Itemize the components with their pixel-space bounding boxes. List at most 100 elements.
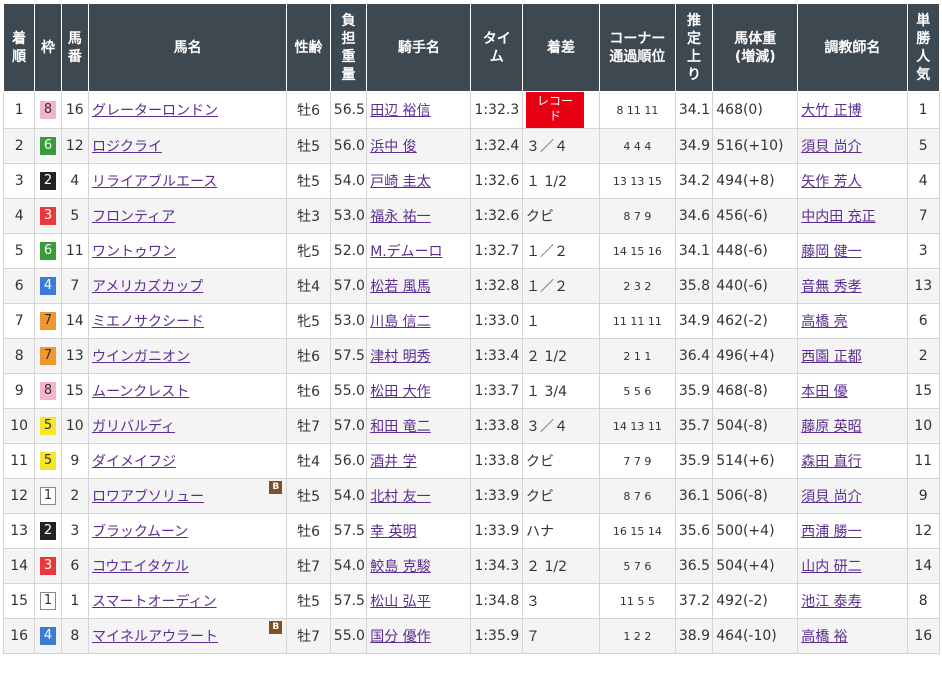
- header-horse-label: 馬名: [173, 39, 202, 56]
- horse-name-link[interactable]: ムーンクレスト: [92, 384, 189, 400]
- popularity-cell: 7: [906, 198, 941, 234]
- umaban-cell: 10: [60, 408, 89, 444]
- horse-name-link[interactable]: ワントゥワン: [92, 244, 176, 260]
- jockey-name-link[interactable]: 松若 風馬: [370, 279, 430, 295]
- jockey-name-link[interactable]: 津村 明秀: [370, 349, 430, 365]
- horse-name-link[interactable]: リライアブルエース: [92, 174, 217, 190]
- trainer-name-link[interactable]: 西園 正都: [801, 349, 861, 365]
- margin-value: ３／４: [526, 139, 569, 155]
- horse-cell: ウインガニオン: [87, 338, 288, 374]
- margin-cell: ハナ: [522, 513, 600, 549]
- jockey-name-link[interactable]: 幸 英明: [370, 524, 416, 540]
- horse-name-link[interactable]: マイネルアウラート: [92, 629, 218, 645]
- horse-name-link[interactable]: ロワアブソリュー: [92, 489, 204, 505]
- jockey-name-link[interactable]: 川島 信二: [370, 314, 430, 330]
- weight-cell: 54.0: [329, 548, 368, 584]
- jockey-name-link[interactable]: 酒井 学: [370, 454, 416, 470]
- last3f-value: 35.9: [678, 453, 710, 469]
- horse-name-link[interactable]: スマートオーディン: [92, 594, 217, 610]
- time-value: 1:32.8: [474, 278, 520, 294]
- corner-value: 13 13 15: [612, 175, 662, 188]
- jockey-name-link[interactable]: 北村 友一: [370, 489, 430, 505]
- trainer-name-link[interactable]: 藤岡 健一: [801, 244, 861, 260]
- jockey-name-link[interactable]: 国分 優作: [370, 629, 430, 645]
- bodyweight-value: 464(-10): [716, 628, 777, 644]
- waku-badge: 6: [40, 137, 56, 155]
- margin-value: ２ 1/2: [526, 349, 568, 365]
- horse-name-link[interactable]: ウインガニオン: [92, 349, 190, 365]
- horse-name-link[interactable]: フロンティア: [92, 209, 175, 225]
- trainer-name-link[interactable]: 森田 直行: [801, 454, 861, 470]
- popularity-value: 3: [918, 243, 928, 259]
- trainer-name-link[interactable]: 矢作 芳人: [801, 174, 861, 190]
- jockey-name-link[interactable]: 松山 弘平: [370, 594, 430, 610]
- horse-name-link[interactable]: ロジクライ: [92, 139, 162, 155]
- trainer-name-link[interactable]: 音無 秀孝: [801, 279, 861, 295]
- time-value: 1:32.3: [474, 102, 520, 118]
- trainer-name-link[interactable]: 池江 泰寿: [801, 594, 861, 610]
- trainer-name-link[interactable]: 山内 研二: [801, 559, 861, 575]
- trainer-name-link[interactable]: 高橋 裕: [801, 629, 847, 645]
- corner-cell: 7 7 9: [598, 443, 676, 479]
- margin-cell: クビ: [522, 198, 600, 234]
- margin-cell: レコー ド: [522, 91, 600, 129]
- horse-name-link[interactable]: ダイメイフジ: [92, 454, 176, 470]
- weight-value: 52.0: [333, 243, 365, 259]
- trainer-name-link[interactable]: 藤原 英昭: [801, 419, 861, 435]
- bodyweight-cell: 506(-8): [712, 478, 799, 514]
- horse-name-link[interactable]: ブラックムーン: [92, 524, 188, 540]
- table-row: 9 8 15 ムーンクレスト 牡6 55.0 松田 大作 1:33.7 １ 3/4 5 5 6 35…: [2, 373, 941, 409]
- header-corner-label: コーナー 通過順位: [609, 30, 666, 65]
- header-time-label: タイ ム: [482, 30, 511, 65]
- horse-name-link[interactable]: コウエイタケル: [92, 559, 189, 575]
- last3f-cell: 37.2: [674, 583, 714, 619]
- jockey-name-link[interactable]: 鮫島 克駿: [370, 559, 430, 575]
- bodyweight-cell: 516(+10): [712, 128, 799, 164]
- corner-cell: 4 4 4: [598, 128, 676, 164]
- trainer-name-link[interactable]: 西浦 勝一: [801, 524, 861, 540]
- horse-name-link[interactable]: ガリバルディ: [92, 419, 175, 435]
- horse-name-link[interactable]: ミエノサクシード: [92, 314, 204, 330]
- margin-value: クビ: [526, 489, 555, 505]
- trainer-cell: 西浦 勝一: [797, 513, 908, 549]
- jockey-name-link[interactable]: 和田 竜二: [370, 419, 430, 435]
- jockey-name-link[interactable]: 浜中 俊: [370, 139, 416, 155]
- trainer-cell: 藤原 英昭: [797, 408, 908, 444]
- trainer-name-link[interactable]: 須貝 尚介: [801, 489, 861, 505]
- time-cell: 1:33.7: [470, 373, 524, 409]
- trainer-name-link[interactable]: 大竹 正博: [801, 103, 861, 119]
- weight-value: 56.0: [333, 453, 365, 469]
- waku-badge: 6: [40, 242, 56, 260]
- jockey-name-link[interactable]: 田辺 裕信: [370, 103, 430, 119]
- umaban-value: 12: [65, 138, 84, 154]
- trainer-name-link[interactable]: 須貝 尚介: [801, 139, 861, 155]
- last3f-value: 35.9: [678, 383, 710, 399]
- last3f-cell: 34.9: [674, 128, 714, 164]
- horse-name-link[interactable]: アメリカズカップ: [92, 279, 203, 295]
- waku-cell: 4: [34, 618, 62, 654]
- header-bodyweight-label: 馬体重 (増減): [734, 30, 777, 65]
- last3f-cell: 36.1: [674, 478, 714, 514]
- corner-value: 5 5 6: [623, 385, 652, 398]
- trainer-cell: 高橋 亮: [797, 303, 908, 339]
- trainer-name-link[interactable]: 高橋 亮: [801, 314, 847, 330]
- header-rank: 着 順: [2, 3, 36, 92]
- last3f-cell: 35.8: [674, 268, 714, 304]
- jockey-name-link[interactable]: 福永 祐一: [370, 209, 430, 225]
- trainer-name-link[interactable]: 本田 優: [801, 384, 847, 400]
- time-cell: 1:33.8: [470, 443, 524, 479]
- time-cell: 1:32.8: [470, 268, 524, 304]
- jockey-name-link[interactable]: 戸崎 圭太: [370, 174, 430, 190]
- corner-value: 8 7 9: [623, 210, 652, 223]
- jockey-name-link[interactable]: 松田 大作: [370, 384, 430, 400]
- sexage-value: 牡6: [297, 384, 320, 400]
- time-value: 1:33.7: [474, 383, 520, 399]
- horse-name-link[interactable]: グレーターロンドン: [92, 103, 218, 119]
- umaban-value: 15: [65, 383, 84, 399]
- trainer-name-link[interactable]: 中内田 充正: [801, 209, 875, 225]
- jockey-name-link[interactable]: M.デムーロ: [370, 244, 442, 260]
- umaban-value: 2: [70, 488, 80, 504]
- jockey-cell: 津村 明秀: [366, 338, 472, 374]
- rank-value: 14: [10, 558, 29, 574]
- popularity-cell: 13: [906, 268, 941, 304]
